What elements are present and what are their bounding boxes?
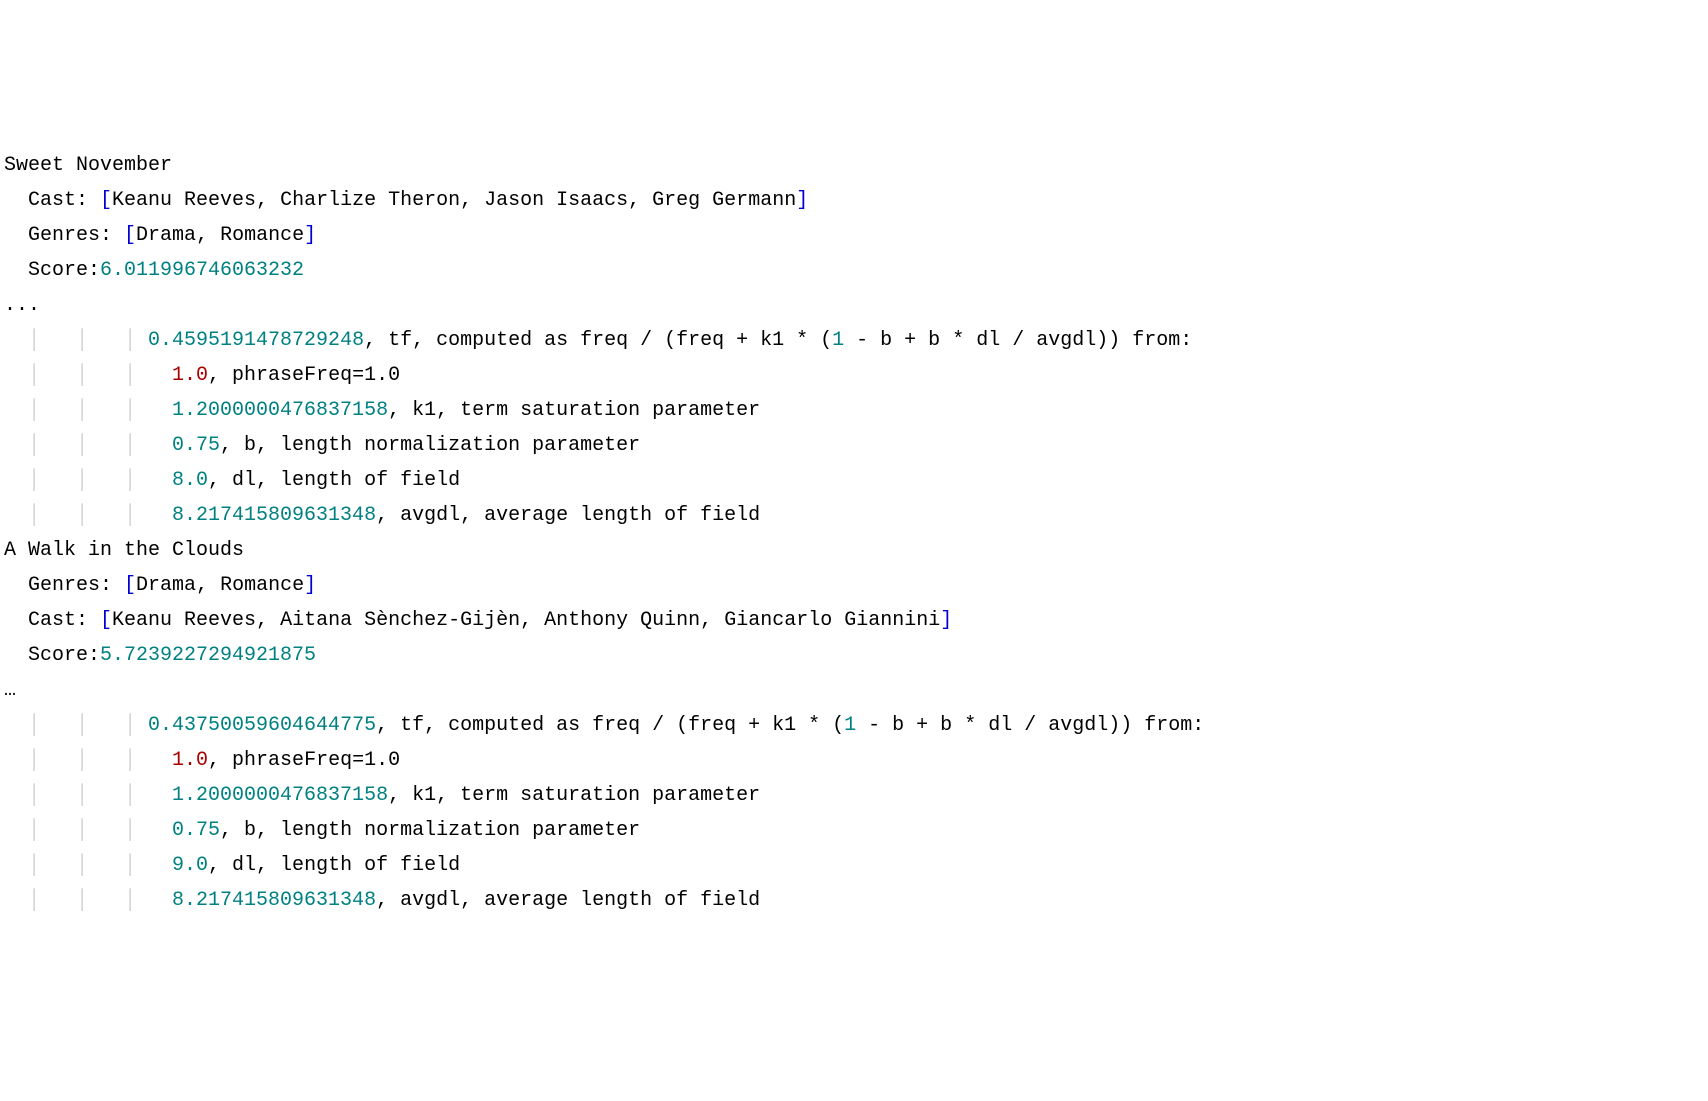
tf-line: │ │ │ 0.43750059604644775, tf, computed … [4, 708, 1704, 743]
tf-detail: │ │ │ 8.217415809631348, avgdl, average … [4, 498, 1704, 533]
record-title: A Walk in the Clouds [4, 533, 1704, 568]
tf-detail: │ │ │ 1.2000000476837158, k1, term satur… [4, 393, 1704, 428]
record-genres: Genres: [Drama, Romance] [4, 218, 1704, 253]
record-genres: Genres: [Drama, Romance] [4, 568, 1704, 603]
ellipsis: … [4, 673, 1704, 708]
query-explain-output: Sweet November Cast: [Keanu Reeves, Char… [4, 148, 1704, 918]
record-score: Score:6.011996746063232 [4, 253, 1704, 288]
tf-detail: │ │ │ 1.0, phraseFreq=1.0 [4, 358, 1704, 393]
record-score: Score:5.7239227294921875 [4, 638, 1704, 673]
record-cast: Cast: [Keanu Reeves, Aitana Sènchez-Gijè… [4, 603, 1704, 638]
tf-detail: │ │ │ 1.2000000476837158, k1, term satur… [4, 778, 1704, 813]
tf-detail: │ │ │ 8.0, dl, length of field [4, 463, 1704, 498]
tf-detail: │ │ │ 0.75, b, length normalization para… [4, 428, 1704, 463]
record-title: Sweet November [4, 148, 1704, 183]
record-cast: Cast: [Keanu Reeves, Charlize Theron, Ja… [4, 183, 1704, 218]
tf-detail: │ │ │ 1.0, phraseFreq=1.0 [4, 743, 1704, 778]
tf-line: │ │ │ 0.4595191478729248, tf, computed a… [4, 323, 1704, 358]
tf-detail: │ │ │ 0.75, b, length normalization para… [4, 813, 1704, 848]
ellipsis: ... [4, 288, 1704, 323]
tf-detail: │ │ │ 8.217415809631348, avgdl, average … [4, 883, 1704, 918]
tf-detail: │ │ │ 9.0, dl, length of field [4, 848, 1704, 883]
